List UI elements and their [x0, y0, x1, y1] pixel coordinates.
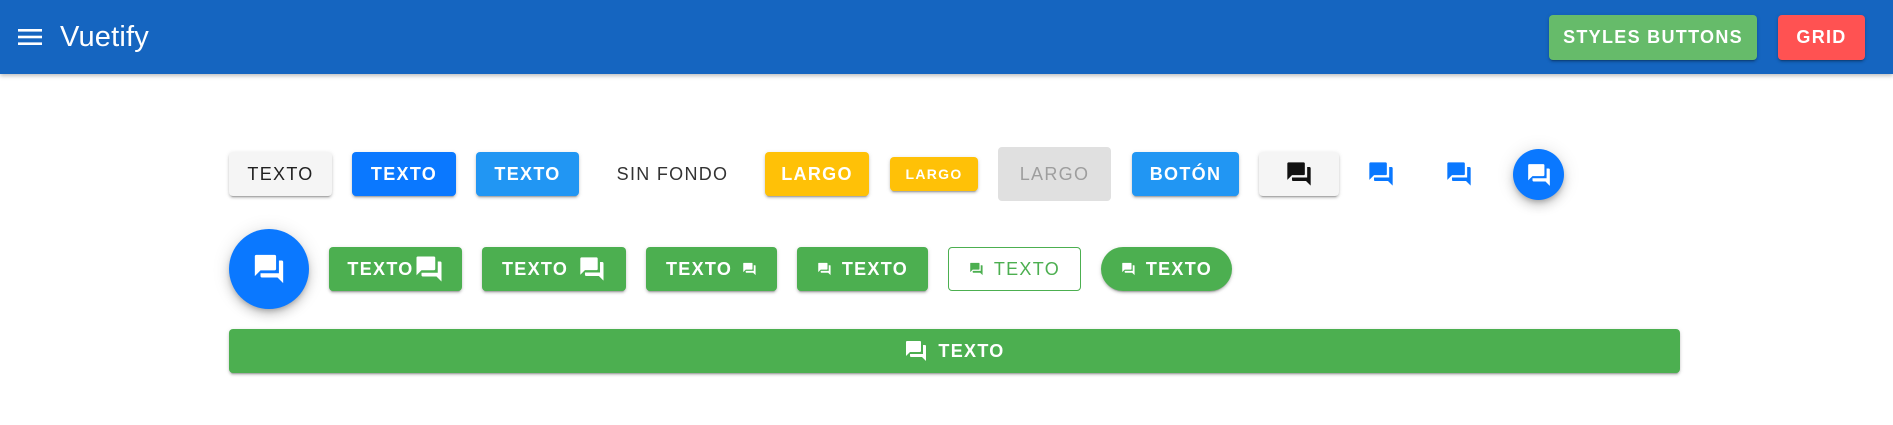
app-title: Vuetify: [60, 20, 149, 53]
texto-rounded-button[interactable]: TEXTO: [1101, 247, 1232, 291]
forum-icon: [1445, 160, 1473, 188]
grid-button[interactable]: GRID: [1778, 14, 1865, 60]
forum-icon-button[interactable]: [1259, 152, 1339, 196]
texto-icon-left-button[interactable]: TEXTO: [797, 247, 928, 291]
button-label: TEXTO: [993, 258, 1060, 279]
button-label: TEXTO: [938, 340, 1005, 361]
app-bar: Vuetify STYLES BUTTONS GRID: [0, 0, 1893, 74]
forum-icon: [414, 254, 444, 284]
texto-outlined-button[interactable]: TEXTO: [948, 247, 1081, 291]
forum-icon: [904, 339, 928, 363]
app-bar-actions: STYLES BUTTONS GRID: [1549, 14, 1865, 60]
forum-fab-small[interactable]: [1513, 149, 1564, 200]
forum-icon: [1526, 162, 1552, 188]
primary-button[interactable]: TEXTO: [352, 152, 456, 196]
forum-icon: [1121, 257, 1136, 281]
forum-icon: [969, 257, 984, 281]
disabled-button: LARGO: [998, 147, 1111, 201]
button-label: TEXTO: [502, 258, 569, 279]
button-label: TEXTO: [1145, 258, 1212, 279]
button-label: TEXTO: [841, 258, 908, 279]
texto-icon-right-button-1[interactable]: TEXTO: [329, 247, 462, 291]
button-label: TEXTO: [666, 258, 733, 279]
styles-buttons-button[interactable]: STYLES BUTTONS: [1549, 14, 1757, 60]
no-background-button[interactable]: SIN FONDO: [600, 152, 745, 196]
forum-icon: [578, 254, 606, 284]
large-amber-button[interactable]: LARGO: [765, 152, 869, 196]
forum-icon-text-button[interactable]: [1359, 152, 1403, 196]
texto-block-button[interactable]: TEXTO: [229, 329, 1680, 373]
forum-icon-plain-button[interactable]: [1437, 152, 1481, 196]
menu-icon[interactable]: [16, 23, 44, 51]
forum-icon: [1367, 160, 1395, 188]
forum-icon: [742, 257, 757, 281]
texto-icon-right-button-2[interactable]: TEXTO: [482, 247, 626, 291]
boton-button[interactable]: BOTÓN: [1132, 152, 1239, 196]
info-button[interactable]: TEXTO: [476, 152, 579, 196]
forum-icon: [1285, 160, 1313, 188]
forum-fab-large[interactable]: [229, 229, 309, 309]
small-amber-button[interactable]: LARGO: [890, 157, 978, 191]
forum-icon: [252, 252, 286, 286]
texto-icon-right-button-3[interactable]: TEXTO: [646, 247, 777, 291]
forum-icon: [817, 257, 832, 281]
button-label: TEXTO: [347, 258, 414, 279]
default-button[interactable]: TEXTO: [229, 152, 332, 196]
